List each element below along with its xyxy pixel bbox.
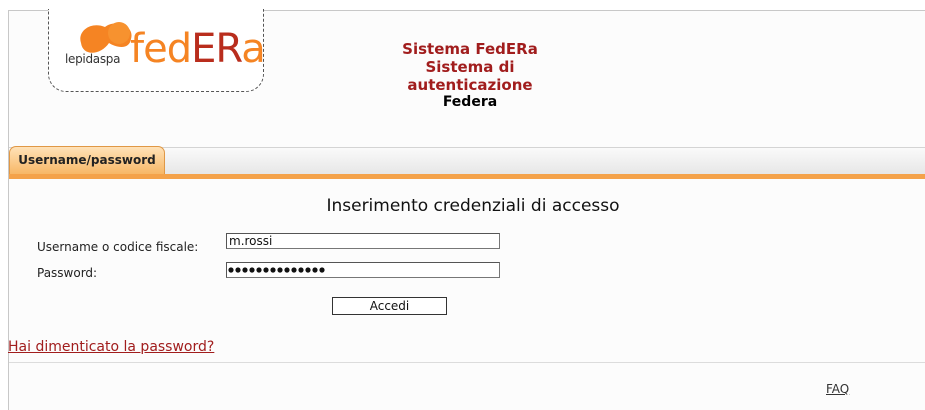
form-title: Inserimento credenziali di accesso — [326, 196, 620, 216]
password-dot — [277, 267, 283, 273]
password-dot — [284, 267, 290, 273]
password-mask-dots — [228, 267, 325, 273]
divider — [9, 362, 925, 363]
password-dot — [263, 267, 269, 273]
password-dot — [298, 267, 304, 273]
tab-underline — [9, 174, 925, 179]
password-dot — [291, 267, 297, 273]
password-dot — [249, 267, 255, 273]
forgot-password-link[interactable]: Hai dimenticato la password? — [8, 339, 214, 355]
system-title: Sistema FedERa Sistema di autenticazione — [362, 40, 578, 94]
system-title-line1: Sistema FedERa — [402, 40, 538, 58]
username-label: Username o codice fiscale: — [37, 240, 199, 254]
system-title-line2: Sistema di autenticazione — [407, 58, 533, 94]
password-dot — [235, 267, 241, 273]
password-dot — [228, 267, 234, 273]
password-dot — [319, 267, 325, 273]
logo: lepidaspa fedERa — [48, 9, 266, 92]
password-dot — [270, 267, 276, 273]
password-dot — [256, 267, 262, 273]
faq-link[interactable]: FAQ — [826, 382, 849, 396]
password-dot — [305, 267, 311, 273]
password-dot — [312, 267, 318, 273]
login-button[interactable]: Accedi — [332, 297, 447, 315]
logo-lepida-text: lepidaspa — [65, 52, 121, 66]
organization-name: Federa — [442, 94, 498, 110]
logo-federa-text: fedERa — [130, 26, 266, 72]
password-label: Password: — [37, 266, 98, 280]
username-input[interactable] — [226, 233, 500, 249]
tab-username-password[interactable]: Username/password — [9, 146, 165, 174]
password-dot — [242, 267, 248, 273]
